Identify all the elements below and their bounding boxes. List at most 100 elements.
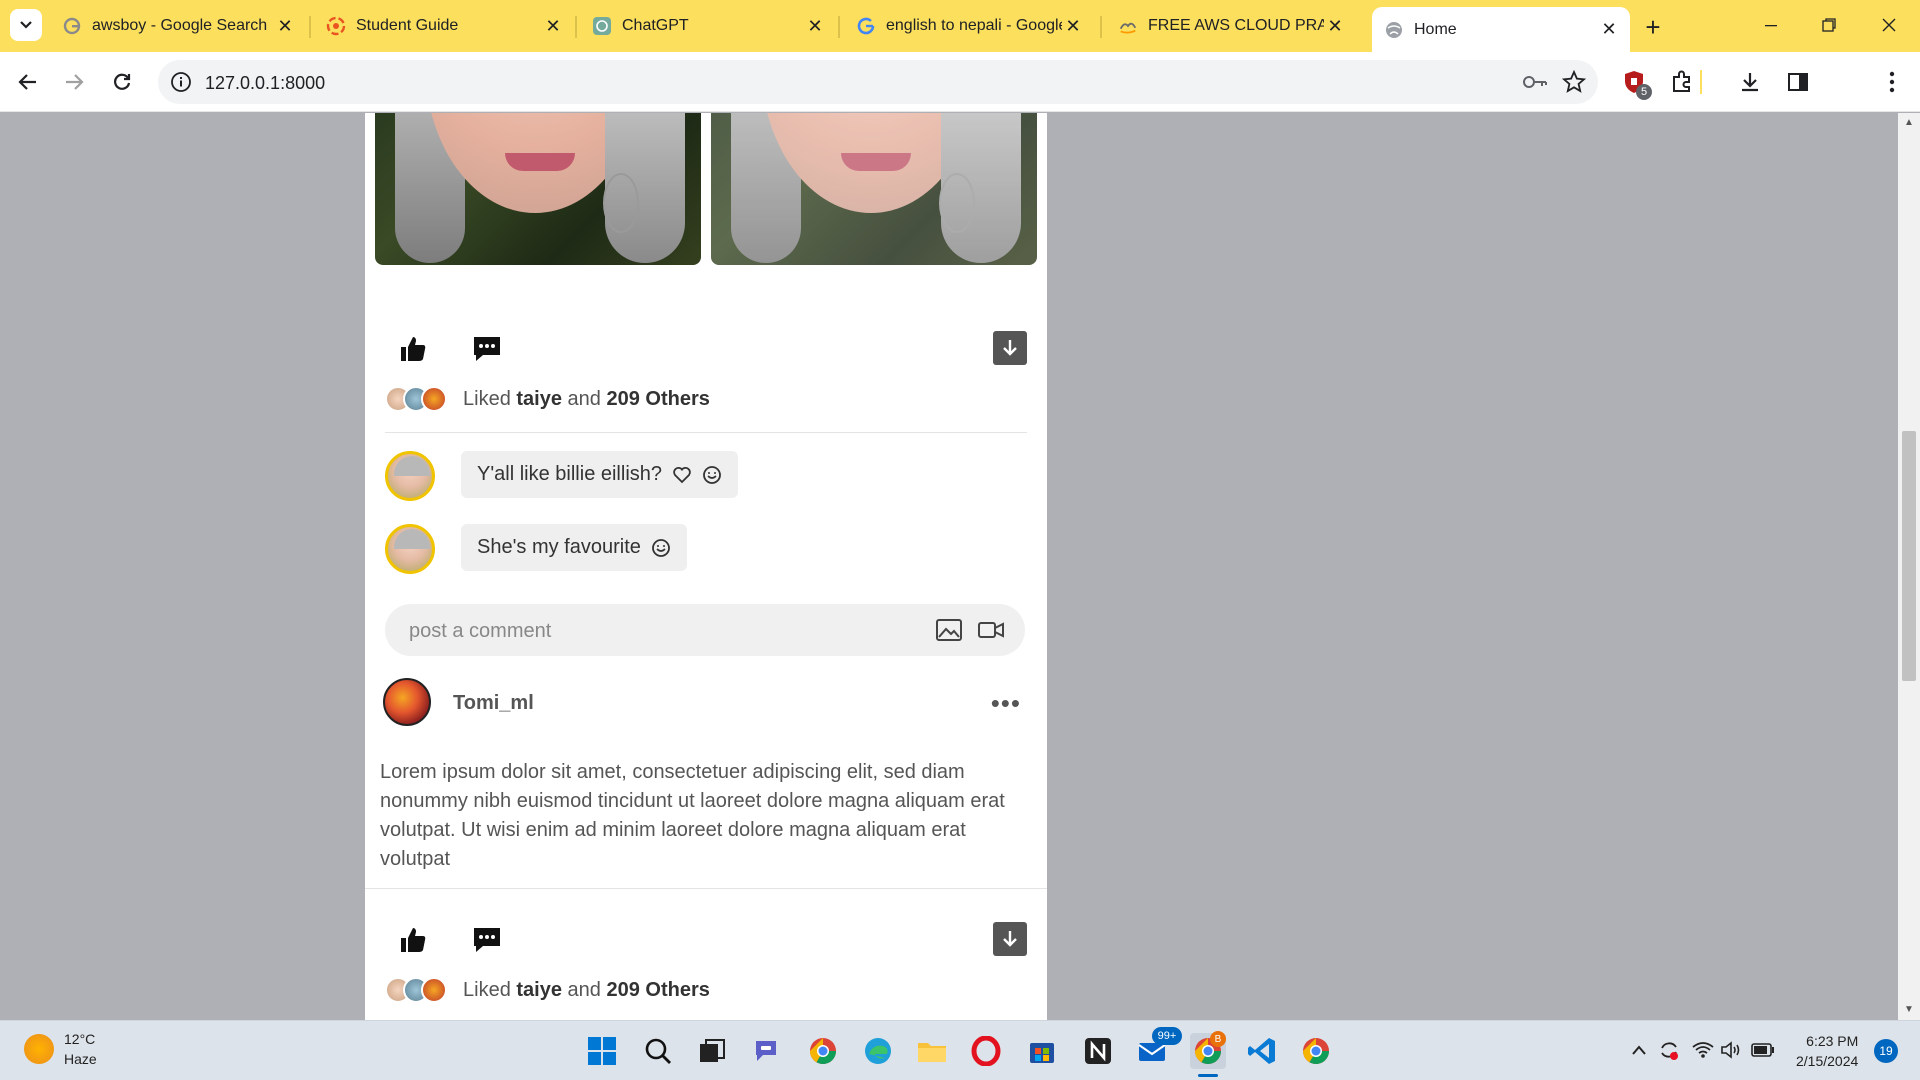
chrome-app-2[interactable] (1298, 1033, 1334, 1069)
extension-badge: 5 (1636, 84, 1652, 100)
arrow-down-icon (1003, 340, 1017, 356)
tab-aws-cloud-practitioner[interactable]: FREE AWS CLOUD PRACT ✕ (1106, 7, 1356, 45)
new-tab-button[interactable]: + (1638, 12, 1668, 42)
search-icon (645, 1038, 671, 1064)
weather-widget[interactable]: 12°C Haze (24, 1029, 97, 1069)
chrome-icon (809, 1038, 837, 1065)
likes-user[interactable]: taiye (516, 388, 562, 410)
downloads-button[interactable] (1734, 66, 1766, 98)
like-thumbs-up-icon[interactable] (397, 333, 429, 365)
download-button[interactable] (993, 331, 1027, 365)
post-image[interactable] (375, 113, 701, 265)
show-hidden-icons-button[interactable] (1626, 1037, 1652, 1063)
tab-chatgpt[interactable]: ChatGPT ✕ (580, 7, 836, 45)
start-button[interactable] (584, 1033, 620, 1069)
page-scrollbar[interactable]: ▲ ▼ (1898, 113, 1920, 1020)
vscode-app[interactable] (1244, 1033, 1280, 1069)
comment-bubble-icon[interactable] (471, 333, 503, 365)
close-icon[interactable]: ✕ (804, 15, 826, 37)
smile-icon[interactable] (651, 538, 671, 558)
reload-button[interactable] (106, 66, 138, 98)
close-icon[interactable]: ✕ (1324, 15, 1346, 37)
info-icon[interactable] (170, 71, 192, 93)
task-view-button[interactable] (694, 1033, 730, 1069)
teams-chat-button[interactable] (750, 1033, 786, 1069)
close-icon[interactable]: ✕ (274, 15, 296, 37)
comment-input[interactable] (409, 618, 909, 644)
extension-shield-button[interactable]: 5 (1618, 66, 1652, 100)
close-icon[interactable]: ✕ (1598, 19, 1620, 41)
download-button[interactable] (993, 922, 1027, 956)
heart-icon[interactable] (672, 465, 692, 485)
comment-bubble-icon[interactable] (471, 924, 503, 956)
likes-summary: Liked taiye and 209 Others (385, 384, 710, 414)
menu-button[interactable] (1876, 66, 1908, 98)
video-camera-icon[interactable] (977, 617, 1005, 643)
bookmark-star-icon[interactable] (1562, 70, 1586, 94)
opera-app[interactable] (968, 1033, 1004, 1069)
post-image-more[interactable] (711, 113, 1037, 265)
extensions-button[interactable] (1666, 66, 1698, 98)
edge-app[interactable] (860, 1033, 896, 1069)
post-card: Liked taiye and 209 Others Y'all like bi… (365, 113, 1047, 751)
address-bar[interactable]: 127.0.0.1:8000 (158, 60, 1598, 104)
likes-others[interactable]: 209 Others (606, 979, 709, 1001)
system-clock[interactable]: 6:23 PM 2/15/2024 (1796, 1031, 1858, 1071)
battery-icon (1751, 1043, 1774, 1057)
chatgpt-icon (592, 16, 612, 36)
chrome-profile-app[interactable]: B (1190, 1031, 1226, 1069)
close-icon[interactable]: ✕ (1062, 15, 1084, 37)
divider (365, 888, 1047, 889)
tab-awsboy-search[interactable]: awsboy - Google Search ✕ (50, 7, 306, 45)
battery-button[interactable] (1750, 1037, 1776, 1063)
chrome-app[interactable] (805, 1033, 841, 1069)
tab-separator (309, 16, 311, 38)
like-thumbs-up-icon[interactable] (397, 924, 429, 956)
store-app[interactable] (1024, 1033, 1060, 1069)
notification-badge[interactable]: 19 (1874, 1039, 1898, 1063)
image-icon[interactable] (935, 617, 963, 643)
tab-student-guide[interactable]: Student Guide ✕ (314, 7, 574, 45)
url-text[interactable]: 127.0.0.1:8000 (205, 73, 325, 94)
chrome-profile-badge: B (1210, 1031, 1226, 1047)
scrollbar-thumb[interactable] (1902, 431, 1916, 681)
likes-summary: Liked taiye and 209 Others (385, 975, 710, 1005)
minimize-button[interactable] (1748, 8, 1794, 42)
tab-title: ChatGPT (622, 17, 689, 34)
kebab-menu-icon (1889, 71, 1895, 93)
more-options-icon[interactable]: ••• (991, 688, 1021, 719)
side-panel-button[interactable] (1782, 66, 1814, 98)
scroll-up-arrow-icon[interactable]: ▲ (1903, 117, 1915, 129)
smile-icon[interactable] (702, 465, 722, 485)
likes-and: and (567, 387, 601, 410)
volume-button[interactable] (1718, 1037, 1744, 1063)
aws-icon (1118, 16, 1138, 36)
restore-button[interactable] (1806, 8, 1852, 42)
likes-user[interactable]: taiye (516, 979, 562, 1001)
author-avatar[interactable] (383, 678, 431, 726)
search-button[interactable] (640, 1033, 676, 1069)
sync-tray-button[interactable] (1656, 1037, 1682, 1063)
scroll-down-arrow-icon[interactable]: ▼ (1903, 1004, 1915, 1016)
arrow-right-icon (66, 74, 84, 90)
forward-button[interactable] (58, 66, 90, 98)
tab-separator (838, 16, 840, 38)
back-button[interactable] (12, 66, 44, 98)
likes-others[interactable]: 209 Others (606, 388, 709, 410)
google-icon (856, 16, 876, 36)
notion-app[interactable] (1080, 1033, 1116, 1069)
file-explorer-app[interactable] (914, 1033, 950, 1069)
window-close-button[interactable] (1866, 8, 1912, 42)
mail-app[interactable]: 99+ (1134, 1027, 1182, 1069)
author-name[interactable]: Tomi_ml (453, 692, 534, 715)
weather-temp: 12°C (64, 1031, 96, 1047)
comment-item: She's my favourite (385, 524, 687, 574)
wifi-button[interactable] (1690, 1037, 1716, 1063)
close-icon[interactable]: ✕ (542, 15, 564, 37)
tab-english-to-nepali[interactable]: english to nepali - Google ✕ (844, 7, 1094, 45)
speaker-icon (1721, 1041, 1740, 1059)
tab-search-button[interactable] (10, 9, 42, 41)
tab-home[interactable]: Home ✕ (1372, 7, 1630, 52)
likes-text: Liked taiye and 209 Others (463, 388, 710, 411)
key-icon[interactable] (1522, 72, 1548, 92)
